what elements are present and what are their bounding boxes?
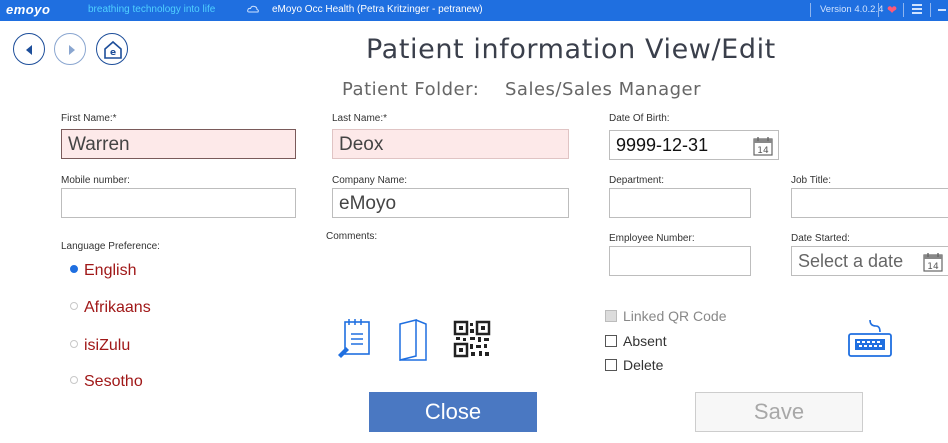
back-button[interactable]	[13, 33, 45, 65]
patient-folder-label: Patient Folder:	[342, 79, 480, 100]
close-button[interactable]: Close	[369, 392, 537, 432]
checkbox-icon	[605, 359, 617, 371]
notes-edit-icon[interactable]	[337, 317, 373, 359]
folder-icon[interactable]	[396, 318, 432, 362]
forward-arrow-icon	[69, 45, 75, 55]
page-title: Patient information View/Edit	[366, 34, 776, 65]
keyboard-icon[interactable]	[846, 318, 894, 360]
back-arrow-icon	[26, 45, 32, 55]
checkbox-icon	[605, 310, 617, 322]
company-name-field[interactable]: eMoyo	[332, 188, 569, 218]
save-button[interactable]: Save	[695, 392, 863, 432]
employee-number-field[interactable]	[609, 246, 751, 276]
brand-tagline: breathing technology into life	[88, 4, 216, 15]
calendar-icon-text: 14	[927, 262, 939, 272]
absent-checkbox[interactable]: Absent	[605, 333, 667, 349]
language-option-label: Afrikaans	[84, 299, 151, 316]
language-option-afrikaans[interactable]: Afrikaans	[70, 299, 151, 317]
language-option-label: Sesotho	[84, 373, 143, 390]
date-started-field[interactable]: Select a date 14	[791, 246, 948, 276]
company-name-label: Company Name:	[332, 175, 408, 186]
home-button[interactable]: e	[96, 33, 128, 65]
language-preference-label: Language Preference:	[61, 241, 160, 252]
patient-info-window: emoyo breathing technology into life eMo…	[0, 0, 948, 443]
app-title: eMoyo Occ Health (Petra Kritzinger - pet…	[272, 4, 483, 15]
comments-label: Comments:	[326, 231, 378, 242]
job-title-field[interactable]	[791, 188, 948, 218]
dob-value: 9999-12-31	[616, 135, 709, 155]
calendar-icon-text: 14	[757, 146, 769, 156]
titlebar-divider	[930, 3, 931, 17]
patient-folder-value: Sales/Sales Manager	[505, 79, 702, 100]
last-name-field[interactable]: Deox	[332, 129, 569, 159]
radio-icon	[70, 302, 78, 310]
linked-qr-code-checkbox[interactable]: Linked QR Code	[605, 308, 727, 324]
checkbox-label: Absent	[623, 333, 667, 349]
language-option-label: isiZulu	[84, 337, 131, 354]
dob-label: Date Of Birth:	[609, 113, 670, 124]
first-name-field[interactable]: Warren	[61, 129, 296, 159]
home-icon: e	[104, 40, 122, 59]
titlebar-divider	[810, 3, 811, 17]
checkbox-icon	[605, 335, 617, 347]
checkbox-label: Delete	[623, 357, 664, 373]
date-started-label: Date Started:	[791, 233, 850, 244]
titlebar-divider	[878, 3, 879, 17]
department-field[interactable]	[609, 188, 751, 218]
radio-icon	[70, 340, 78, 348]
employee-number-label: Employee Number:	[609, 233, 695, 244]
titlebar-divider	[903, 3, 904, 17]
language-option-sesotho[interactable]: Sesotho	[70, 373, 143, 391]
checkbox-label: Linked QR Code	[623, 308, 727, 324]
last-name-label: Last Name:*	[332, 113, 388, 124]
language-option-label: English	[84, 262, 137, 279]
brand-logo: emoyo	[6, 2, 51, 17]
calendar-icon[interactable]: 14	[922, 251, 944, 273]
radio-icon	[70, 376, 78, 384]
department-label: Department:	[609, 175, 665, 186]
version-label: Version 4.0.2.4	[820, 4, 884, 15]
delete-checkbox[interactable]: Delete	[605, 357, 663, 373]
hamburger-icon[interactable]	[912, 4, 922, 14]
title-bar: emoyo breathing technology into life eMo…	[0, 0, 948, 21]
svg-text:e: e	[110, 48, 116, 58]
language-option-english[interactable]: English	[70, 262, 136, 280]
minimize-icon[interactable]	[938, 9, 946, 11]
qr-code-icon[interactable]	[453, 320, 491, 358]
dob-field[interactable]: 9999-12-31 14	[609, 130, 779, 160]
heart-icon[interactable]: ❤	[887, 4, 897, 16]
mobile-number-label: Mobile number:	[61, 175, 130, 186]
date-started-placeholder: Select a date	[798, 251, 904, 271]
first-name-label: First Name:*	[61, 113, 117, 124]
job-title-label: Job Title:	[791, 175, 832, 186]
calendar-icon[interactable]: 14	[752, 135, 774, 157]
radio-selected-icon	[70, 265, 78, 273]
mobile-number-field[interactable]	[61, 188, 296, 218]
language-option-isizulu[interactable]: isiZulu	[70, 337, 130, 355]
forward-button[interactable]	[54, 33, 86, 65]
cloud-icon	[247, 5, 259, 13]
